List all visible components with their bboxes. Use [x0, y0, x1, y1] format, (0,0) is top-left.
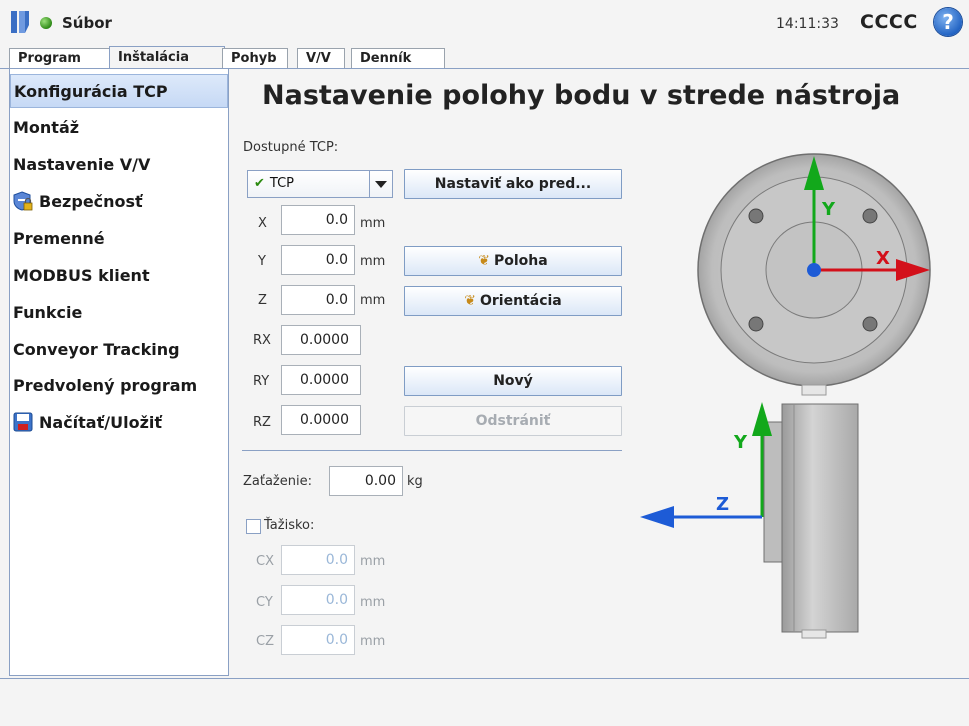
cx-unit: mm [360, 554, 386, 569]
help-button[interactable]: ? [934, 8, 962, 36]
page-title: Nastavenie polohy bodu v strede nástroja [262, 80, 901, 111]
sidebar-item-modbus[interactable]: MODBUS klient [10, 259, 228, 293]
tab-log[interactable]: Denník [351, 48, 445, 68]
clock: 14:11:33 [776, 16, 839, 32]
rx-label: RX [253, 333, 271, 348]
available-tcp-label: Dostupné TCP: [243, 140, 339, 155]
tab-io[interactable]: V/V [297, 48, 345, 68]
tool-flange-diagram: X Y Y Z [640, 153, 931, 639]
cy-field: 0.0 [281, 585, 355, 615]
sidebar-item-tcp-config[interactable]: Konfigurácia TCP [10, 74, 228, 108]
teach-icon: ❦ [478, 253, 490, 269]
teach-icon: ❦ [464, 293, 476, 309]
file-menu[interactable]: Súbor [62, 14, 112, 32]
sidebar-item-label: Predvolený program [13, 376, 198, 395]
ry-label: RY [253, 374, 270, 389]
x-field[interactable]: 0.0 [281, 205, 355, 235]
check-icon: ✔ [254, 176, 265, 191]
position-button[interactable]: ❦ Poloha [404, 246, 622, 276]
remove-tcp-button[interactable]: Odstrániť [404, 406, 622, 436]
footer-separator [0, 678, 969, 679]
ry-field[interactable]: 0.0000 [281, 365, 361, 395]
cz-unit: mm [360, 634, 386, 649]
sidebar-item-label: Premenné [13, 229, 105, 248]
x-label: X [258, 216, 267, 231]
y-label: Y [258, 254, 266, 269]
y-axis-label: Y [821, 199, 836, 220]
rz-label: RZ [253, 415, 271, 430]
sidebar-item-label: Nastavenie V/V [13, 155, 151, 174]
payload-field[interactable]: 0.00 [329, 466, 403, 496]
floppy-disk-icon [13, 412, 33, 432]
sidebar-item-safety[interactable]: Bezpečnosť [10, 185, 228, 219]
sidebar-item-load-save[interactable]: Načítať/Uložiť [10, 406, 228, 440]
cx-label: CX [256, 554, 274, 569]
cog-checkbox[interactable] [246, 519, 261, 534]
rz-field[interactable]: 0.0000 [281, 405, 361, 435]
cz-field: 0.0 [281, 625, 355, 655]
orientation-button[interactable]: ❦ Orientácia [404, 286, 622, 316]
payload-unit: kg [407, 474, 423, 489]
sidebar-item-mounting[interactable]: Montáž [10, 111, 228, 145]
rx-field[interactable]: 0.0000 [281, 325, 361, 355]
chevron-down-icon[interactable] [369, 171, 392, 197]
cy-unit: mm [360, 595, 386, 610]
tab-bar: Program Inštalácia Pohyb V/V Denník [0, 46, 969, 69]
sidebar-item-default-program[interactable]: Predvolený program [10, 369, 228, 403]
tab-installation[interactable]: Inštalácia [109, 46, 225, 69]
tab-program[interactable]: Program [9, 48, 110, 68]
side-axes: Y Z [640, 402, 772, 528]
x-axis-label: X [876, 248, 890, 269]
cy-label: CY [256, 595, 273, 610]
z-axis-label: Z [716, 494, 729, 515]
cog-label: Ťažisko: [264, 518, 315, 533]
orientation-button-label: Orientácia [479, 293, 562, 309]
shield-lock-icon [13, 191, 33, 211]
robot-name: CCCC [860, 11, 918, 33]
flange-side-view [763, 403, 859, 639]
new-tcp-button[interactable]: Nový [404, 366, 622, 396]
sidebar-item-label: MODBUS klient [13, 266, 150, 285]
robot-status-icon [40, 17, 52, 29]
z-unit: mm [360, 293, 386, 308]
sidebar-item-label: Bezpečnosť [39, 192, 143, 211]
z-label: Z [258, 293, 267, 308]
side-y-axis-label: Y [733, 432, 748, 453]
z-field[interactable]: 0.0 [281, 285, 355, 315]
set-default-tcp-button[interactable]: Nastaviť ako pred... [404, 169, 622, 199]
sidebar-item-label: Konfigurácia TCP [14, 82, 168, 101]
y-field[interactable]: 0.0 [281, 245, 355, 275]
sidebar-item-label: Conveyor Tracking [13, 340, 180, 359]
ur-logo-icon [11, 11, 29, 33]
installation-sidebar: Konfigurácia TCP Montáž Nastavenie V/V B… [9, 68, 229, 676]
tcp-select[interactable]: ✔ TCP [247, 170, 393, 198]
payload-label: Zaťaženie: [243, 474, 312, 489]
divider [242, 450, 622, 451]
sidebar-item-features[interactable]: Funkcie [10, 296, 228, 330]
cx-field: 0.0 [281, 545, 355, 575]
position-button-label: Poloha [494, 253, 548, 269]
cz-label: CZ [256, 634, 274, 649]
x-unit: mm [360, 216, 386, 231]
sidebar-item-variables[interactable]: Premenné [10, 222, 228, 256]
sidebar-item-label: Načítať/Uložiť [39, 413, 163, 432]
sidebar-item-label: Funkcie [13, 303, 83, 322]
sidebar-item-conveyor-tracking[interactable]: Conveyor Tracking [10, 333, 228, 367]
y-unit: mm [360, 254, 386, 269]
tab-move[interactable]: Pohyb [222, 48, 288, 68]
tcp-select-value: TCP [269, 176, 295, 191]
sidebar-item-io-setup[interactable]: Nastavenie V/V [10, 148, 228, 182]
sidebar-item-label: Montáž [13, 118, 80, 137]
